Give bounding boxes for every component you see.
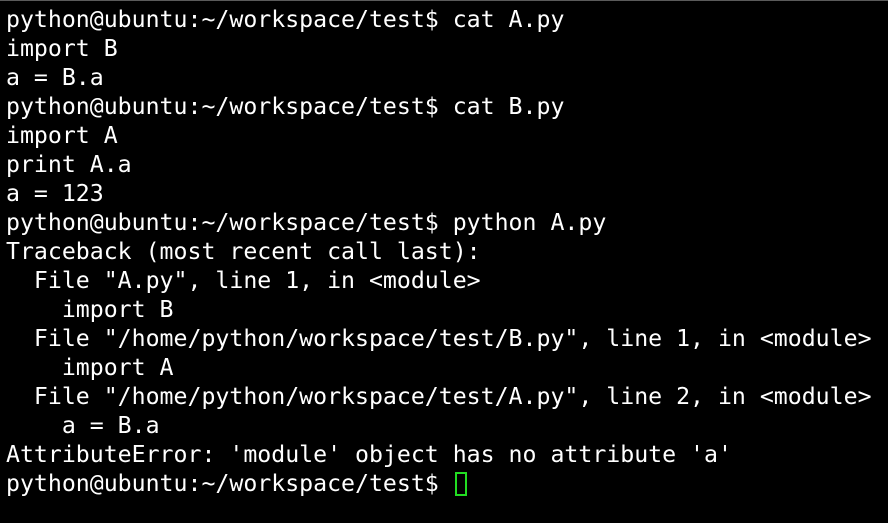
shell-prompt: python@ubuntu:~/workspace/test$ bbox=[6, 470, 453, 497]
terminal-line: File "A.py", line 1, in <module> bbox=[6, 267, 481, 294]
terminal-line: print A.a bbox=[6, 151, 132, 178]
terminal-cursor bbox=[454, 472, 467, 496]
terminal-prompt-line[interactable]: python@ubuntu:~/workspace/test$ bbox=[6, 469, 888, 498]
terminal-line: a = B.a bbox=[6, 64, 104, 91]
terminal-line: import A bbox=[6, 122, 118, 149]
terminal-line: Traceback (most recent call last): bbox=[6, 238, 481, 265]
terminal-line: a = 123 bbox=[6, 180, 104, 207]
terminal-line: a = B.a bbox=[6, 412, 160, 439]
terminal-line: python@ubuntu:~/workspace/test$ python A… bbox=[6, 209, 607, 236]
terminal-window[interactable]: python@ubuntu:~/workspace/test$ cat A.py… bbox=[0, 0, 888, 523]
terminal-line: python@ubuntu:~/workspace/test$ cat B.py bbox=[6, 93, 565, 120]
terminal-line: import A bbox=[6, 354, 174, 381]
terminal-line: AttributeError: 'module' object has no a… bbox=[6, 441, 732, 468]
terminal-line: File "/home/python/workspace/test/B.py",… bbox=[6, 325, 872, 352]
terminal-line: File "/home/python/workspace/test/A.py",… bbox=[6, 383, 872, 410]
terminal-line: import B bbox=[6, 296, 174, 323]
terminal-line: python@ubuntu:~/workspace/test$ cat A.py bbox=[6, 6, 565, 33]
terminal-line: import B bbox=[6, 35, 118, 62]
